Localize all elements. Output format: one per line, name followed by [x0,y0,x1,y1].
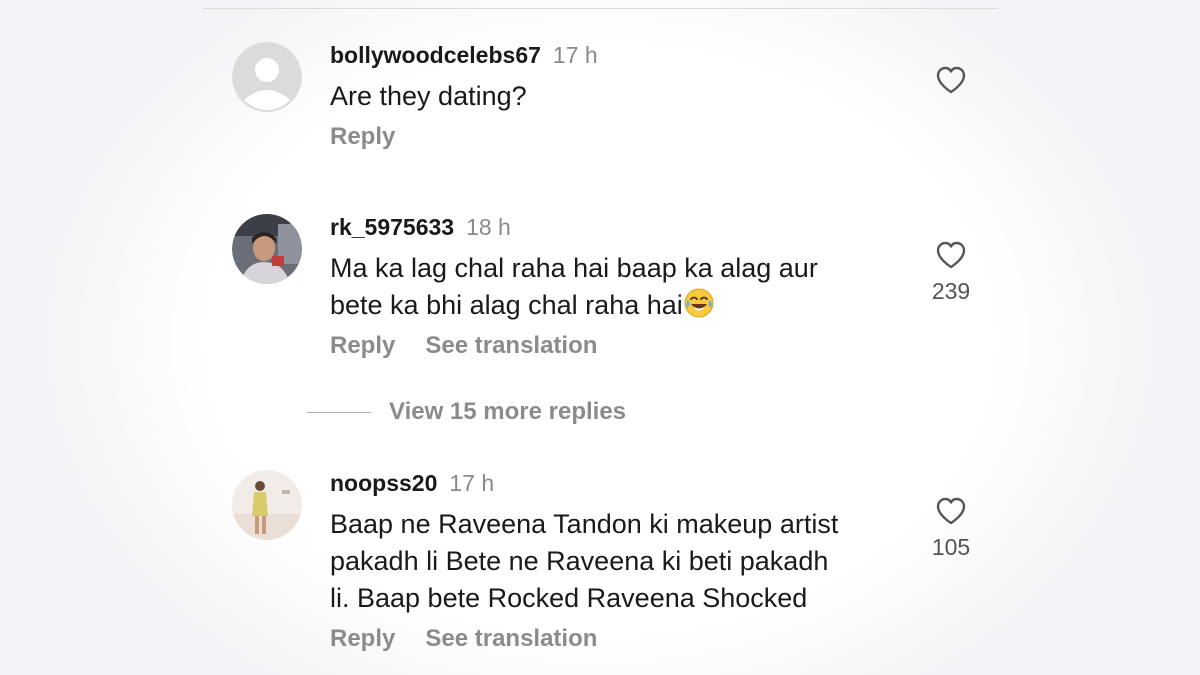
top-divider [203,8,998,9]
comment-actions: Reply [330,123,890,151]
comment-text-line: bete ka bhi alag chal raha hai [330,287,890,324]
comment-text-line-content: bete ka bhi alag chal raha hai [330,290,683,320]
view-more-replies-label: View 15 more replies [389,398,627,425]
like-count: 239 [931,278,971,304]
comment-timestamp: 17 h [449,470,495,496]
comment-meta: rk_5975633 18 h [330,214,890,240]
heart-outline-icon[interactable] [935,496,967,526]
comment-actions: Reply See translation [330,332,890,360]
comment-text-line: Baap ne Raveena Tandon ki makeup artist [330,509,839,539]
view-more-replies-button[interactable]: View 15 more replies [307,398,626,426]
comment-username[interactable]: bollywoodcelebs67 [330,42,541,68]
reply-button[interactable]: Reply [330,123,395,150]
see-translation-button[interactable]: See translation [425,332,597,359]
comment-body: bollywoodcelebs67 17 h Are they dating? R… [330,42,890,151]
default-avatar-icon[interactable] [232,42,302,112]
comment-text: Ma ka lag chal raha hai baap ka alag aur… [330,250,890,324]
comment-body: rk_5975633 18 h Ma ka lag chal raha hai b… [330,214,890,360]
like-count: 105 [931,534,971,560]
laughing-tears-emoji-icon [684,288,714,318]
comments-screen: bollywoodcelebs67 17 h Are they dating? R… [0,0,1200,675]
comment-actions: Reply See translation [330,625,890,653]
comment-text: Baap ne Raveena Tandon ki makeup artist … [330,506,890,617]
reply-button[interactable]: Reply [330,625,395,652]
comment-username[interactable]: noopss20 [330,470,437,496]
comment-meta: bollywoodcelebs67 17 h [330,42,890,68]
like-control [921,65,981,95]
heart-outline-icon[interactable] [935,65,967,95]
avatar[interactable] [232,214,302,284]
comment-text-line: li. Baap bete Rocked Raveena Shocked [330,583,808,613]
see-translation-button[interactable]: See translation [425,625,597,652]
avatar[interactable] [232,470,302,540]
like-control: 239 [921,240,981,305]
comment-text-line: Ma ka lag chal raha hai baap ka alag aur [330,253,818,283]
comment-meta: noopss20 17 h [330,470,890,496]
comment-text: Are they dating? [330,81,527,111]
replies-divider-line [307,411,371,413]
reply-button[interactable]: Reply [330,332,395,359]
heart-outline-icon[interactable] [935,240,967,270]
comment-text-line: pakadh li Bete ne Raveena ki beti pakadh [330,546,829,576]
comment-timestamp: 18 h [466,214,511,240]
comment-username[interactable]: rk_5975633 [330,214,454,240]
comment-timestamp: 17 h [552,42,598,68]
like-control: 105 [921,496,981,561]
comment-body: noopss20 17 h Baap ne Raveena Tandon ki m… [330,470,890,653]
